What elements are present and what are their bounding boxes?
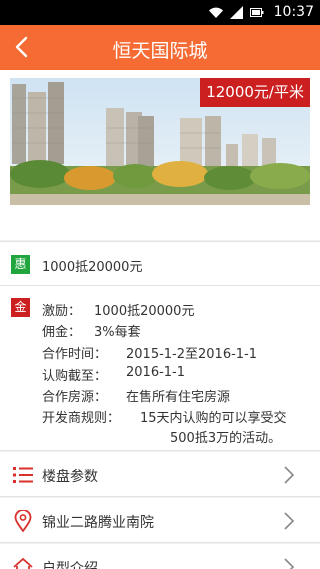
list-icon: [12, 464, 34, 486]
hero-section: 12000元/平米: [0, 70, 320, 240]
status-icons: [208, 5, 264, 20]
detail-value: 2016-1-1: [126, 365, 186, 380]
battery-icon: [250, 8, 264, 17]
detail-value-continuation: 500抵3万的活动。: [170, 431, 282, 446]
detail-label: 合作房源：: [42, 390, 108, 405]
detail-row-housing: 合作房源： 在售所有住宅房源: [42, 386, 230, 405]
detail-row-cooperation-time: 合作时间： 2015-1-2至2016-1-1: [42, 343, 257, 362]
promo-tag: 惠: [11, 255, 30, 274]
detail-row-incentive: 激励： 1000抵20000元: [42, 300, 194, 319]
details-section: 金 激励： 1000抵20000元 佣金： 3%每套 合作时间： 2015-1-…: [0, 286, 320, 451]
chevron-right-icon: [284, 558, 295, 569]
detail-label: 认购截至：: [42, 369, 108, 384]
price-badge: 12000元/平米: [200, 78, 310, 107]
status-bar: 10:37: [0, 0, 320, 25]
detail-tag: 金: [11, 298, 30, 317]
detail-label: 合作时间：: [42, 347, 108, 362]
menu-item-floor-plans[interactable]: 户型介绍: [0, 544, 320, 569]
chevron-right-icon: [284, 512, 295, 530]
menu-item-label: 户型介绍: [42, 561, 98, 569]
detail-value: 在售所有住宅房源: [126, 390, 231, 405]
detail-label: 开发商规则：: [42, 411, 121, 426]
detail-value: 2015-1-2至2016-1-1: [126, 347, 258, 362]
detail-value: 3%每套: [94, 325, 141, 340]
status-time: 10:37: [273, 4, 314, 20]
detail-label: 佣金：: [42, 325, 82, 340]
app-bar: 恒天国际城: [0, 25, 320, 70]
wifi-icon: [209, 7, 223, 19]
menu-item-label: 楼盘参数: [42, 469, 98, 485]
detail-label: 激励：: [42, 304, 82, 319]
menu-item-label: 锦业二路腾业南院: [42, 515, 154, 531]
detail-row-subscription-deadline: 认购截至： 2016-1-1: [42, 365, 185, 384]
detail-row-developer-rules: 开发商规则： 15天内认购的可以享受交: [42, 407, 287, 426]
menu-item-address[interactable]: 锦业二路腾业南院: [0, 498, 320, 543]
location-pin-icon: [12, 510, 34, 532]
promo-text: 1000抵20000元: [42, 260, 143, 275]
promo-row: 惠 1000抵20000元: [0, 241, 320, 286]
detail-value: 15天内认购的可以享受交: [140, 411, 287, 426]
detail-row-commission: 佣金： 3%每套: [42, 321, 141, 340]
menu-item-property-params[interactable]: 楼盘参数: [0, 452, 320, 497]
signal-icon: [230, 6, 243, 19]
chevron-right-icon: [284, 466, 295, 484]
detail-value: 1000抵20000元: [94, 304, 195, 319]
page-title: 恒天国际城: [112, 40, 208, 62]
house-icon: [12, 556, 34, 569]
